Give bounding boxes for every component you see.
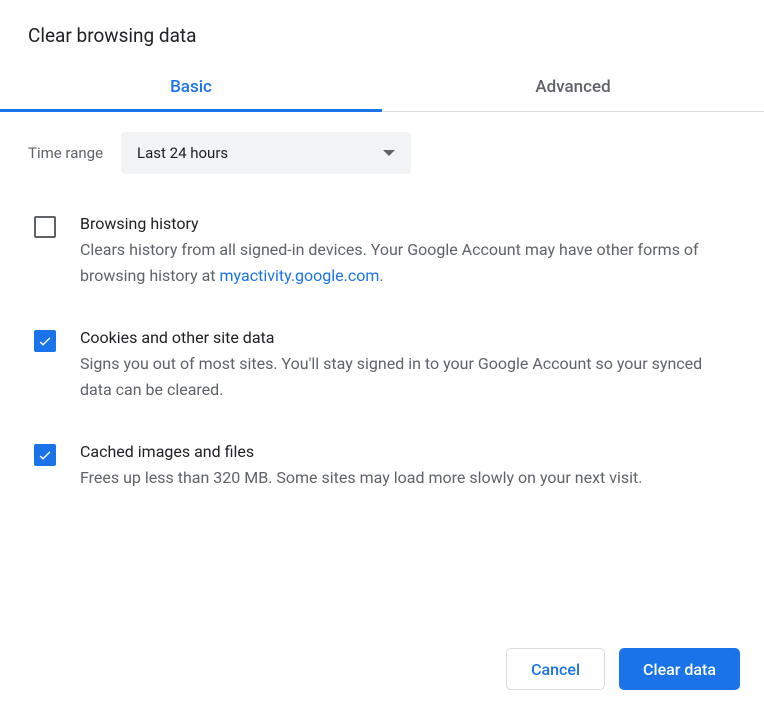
browsing-history-checkbox[interactable] [34, 216, 56, 238]
clear-data-button[interactable]: Clear data [619, 648, 740, 690]
time-range-select[interactable]: Last 24 hours [121, 132, 411, 174]
time-range-label: Time range [28, 144, 103, 162]
chevron-down-icon [383, 150, 395, 156]
tab-basic[interactable]: Basic [0, 63, 382, 111]
option-cookies: Cookies and other site data Signs you ou… [28, 328, 736, 402]
browsing-history-text: Browsing history Clears history from all… [80, 214, 736, 288]
tab-advanced[interactable]: Advanced [382, 63, 764, 111]
cache-text: Cached images and files Frees up less th… [80, 442, 736, 491]
tab-advanced-label: Advanced [535, 77, 610, 97]
checkmark-icon [37, 447, 53, 463]
cookies-checkbox[interactable] [34, 330, 56, 352]
checkmark-icon [37, 333, 53, 349]
cache-title: Cached images and files [80, 442, 736, 461]
browsing-history-title: Browsing history [80, 214, 736, 233]
browsing-history-desc-before: Clears history from all signed-in device… [80, 240, 699, 285]
cancel-button[interactable]: Cancel [506, 648, 605, 690]
cookies-title: Cookies and other site data [80, 328, 736, 347]
tab-basic-label: Basic [170, 77, 212, 97]
cache-checkbox[interactable] [34, 444, 56, 466]
cookies-text: Cookies and other site data Signs you ou… [80, 328, 736, 402]
dialog-body: Time range Last 24 hours Browsing histor… [0, 112, 764, 628]
tabs: Basic Advanced [0, 63, 764, 112]
dialog-header: Clear browsing data [0, 0, 764, 63]
time-range-selected: Last 24 hours [137, 144, 228, 162]
browsing-history-desc: Clears history from all signed-in device… [80, 237, 736, 288]
cookies-desc: Signs you out of most sites. You'll stay… [80, 351, 736, 402]
clear-browsing-data-dialog: Clear browsing data Basic Advanced Time … [0, 0, 764, 714]
dialog-title: Clear browsing data [28, 24, 736, 47]
cancel-button-label: Cancel [531, 660, 580, 679]
time-range-row: Time range Last 24 hours [28, 132, 736, 174]
option-browsing-history: Browsing history Clears history from all… [28, 214, 736, 288]
option-cache: Cached images and files Frees up less th… [28, 442, 736, 491]
myactivity-link[interactable]: myactivity.google.com [220, 266, 380, 285]
clear-data-button-label: Clear data [643, 660, 716, 679]
cache-desc: Frees up less than 320 MB. Some sites ma… [80, 465, 736, 491]
browsing-history-desc-after: . [379, 266, 383, 285]
dialog-footer: Cancel Clear data [0, 628, 764, 714]
